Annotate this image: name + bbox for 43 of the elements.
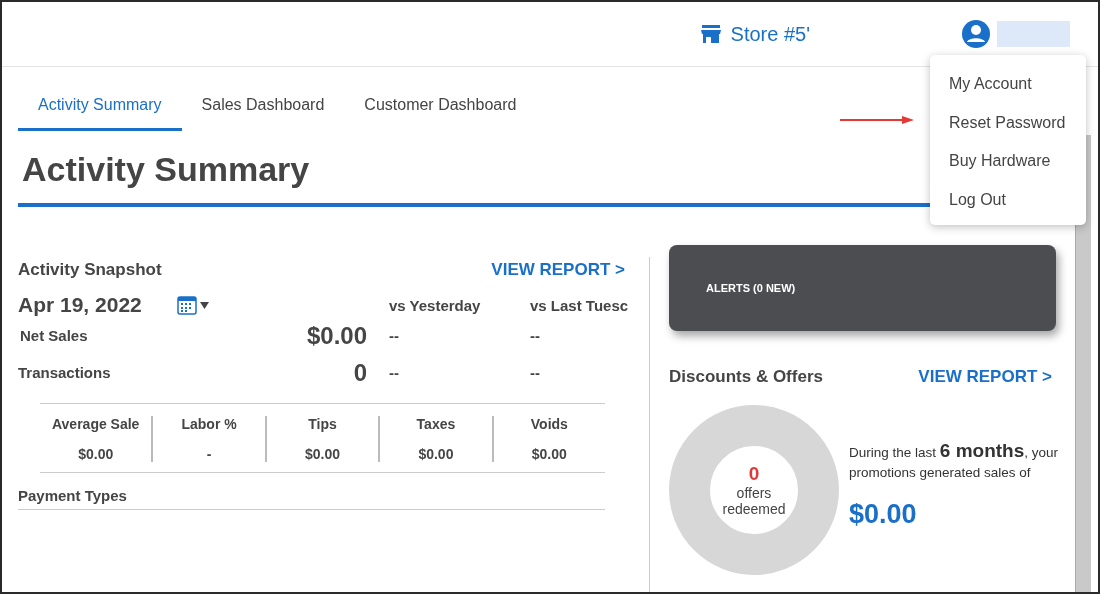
comparison-value: --: [389, 364, 399, 381]
date-label: Apr 19, 2022: [18, 293, 143, 317]
stat-value: $0.00: [305, 446, 341, 462]
tab[interactable]: Sales Dashboard: [181, 81, 345, 131]
view-report-link[interactable]: VIEW REPORT >: [491, 260, 625, 280]
menu-item[interactable]: Reset Password: [930, 103, 1086, 142]
stat-value: $0.00: [418, 446, 454, 462]
tab[interactable]: Activity Summary: [18, 81, 182, 131]
metric-value: 0: [353, 358, 367, 387]
menu-item[interactable]: My Account: [930, 65, 1086, 104]
section-title: Payment Types: [18, 487, 127, 504]
view-report-link[interactable]: VIEW REPORT >: [918, 367, 1052, 387]
sales-amount: $0.00: [849, 499, 917, 530]
promotion-summary: During the last 6 months, your promotions generated sales of: [849, 441, 1059, 482]
menu-item[interactable]: Log Out: [930, 180, 1086, 219]
stat-value: $0.00: [78, 446, 114, 462]
comparison-value: --: [530, 364, 540, 381]
stat-label: Voids: [530, 416, 568, 432]
metric-label: Net Sales: [19, 327, 88, 344]
stat-label: Labor %: [181, 416, 237, 432]
metric-label: Transactions: [18, 364, 111, 381]
section-title: Discounts & Offers: [669, 367, 823, 387]
comparison-value: --: [530, 327, 540, 344]
comparison-value: --: [389, 327, 399, 344]
stat-value: -: [206, 446, 212, 462]
store-icon: [700, 25, 721, 43]
offers-label: offers redeemed: [721, 485, 787, 517]
stat-label: Tips: [308, 416, 337, 432]
stat-label: Average Sale: [52, 416, 140, 432]
user-avatar-icon[interactable]: [962, 20, 990, 48]
store-name[interactable]: Store #5': [730, 22, 810, 46]
column-header: vs Yesterday: [389, 296, 481, 314]
column-header: vs Last Tuesc: [530, 296, 629, 314]
page-title: Activity Summary: [22, 149, 310, 189]
tab[interactable]: Customer Dashboard: [344, 81, 537, 131]
stat-label: Taxes: [416, 416, 456, 432]
offers-count: 0: [748, 463, 760, 485]
alerts-card[interactable]: ALERTS (0 NEW): [669, 245, 1056, 331]
metric-value: $0.00: [306, 321, 367, 350]
menu-item[interactable]: Buy Hardware: [930, 142, 1086, 181]
section-title: Activity Snapshot: [18, 260, 162, 280]
alerts-title: ALERTS (0 NEW): [706, 282, 796, 294]
stat-value: $0.00: [531, 446, 567, 462]
